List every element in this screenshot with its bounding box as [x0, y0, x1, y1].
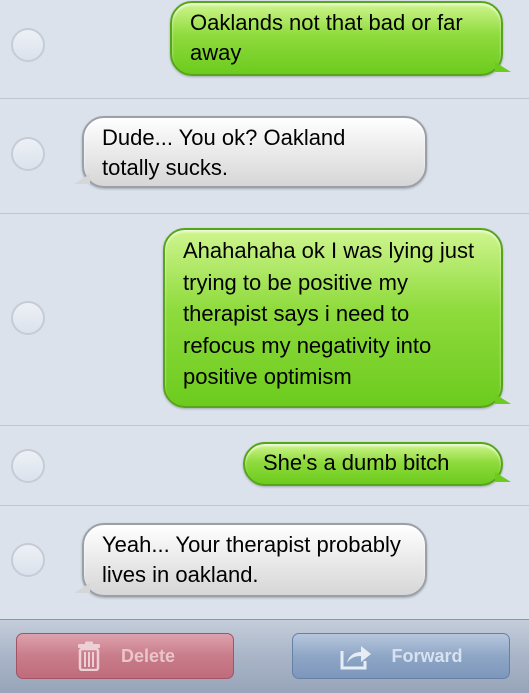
message-row[interactable]: Yeah... Your therapist probably lives in…	[0, 506, 529, 619]
select-radio[interactable]	[11, 137, 45, 171]
select-radio[interactable]	[11, 543, 45, 577]
trash-icon	[75, 641, 103, 672]
message-bubble-sent: Oaklands not that bad or far away	[170, 1, 511, 76]
message-bubble-sent: Ahahahaha ok I was lying just trying to …	[163, 228, 511, 408]
message-text: Dude... You ok? Oakland totally sucks.	[102, 125, 346, 180]
delete-label: Delete	[120, 645, 176, 666]
bubble-tail	[495, 394, 511, 404]
message-row[interactable]: Dude... You ok? Oakland totally sucks.	[0, 99, 529, 214]
bubble-tail	[495, 472, 511, 482]
forward-label: Forward	[391, 645, 463, 666]
forward-button[interactable]: Forward	[292, 633, 510, 679]
message-row[interactable]: She's a dumb bitch	[0, 426, 529, 506]
message-row[interactable]: Ahahahaha ok I was lying just trying to …	[0, 214, 529, 426]
message-row[interactable]: Oaklands not that bad or far away	[0, 0, 529, 99]
edit-toolbar: Delete Forward	[0, 619, 529, 693]
delete-button[interactable]: Delete	[16, 633, 234, 679]
select-radio[interactable]	[11, 28, 45, 62]
message-text: Oaklands not that bad or far away	[190, 10, 463, 65]
bubble-tail	[495, 62, 511, 72]
bubble-tail	[74, 174, 90, 184]
message-text: Yeah... Your therapist probably lives in…	[102, 532, 401, 587]
bubble-tail	[74, 583, 90, 593]
share-arrow-icon	[339, 641, 373, 671]
message-thread: Oaklands not that bad or far away Dude..…	[0, 0, 529, 619]
select-radio[interactable]	[11, 449, 45, 483]
message-text: Ahahahaha ok I was lying just trying to …	[183, 238, 475, 389]
message-text: She's a dumb bitch	[263, 450, 450, 475]
message-bubble-sent: She's a dumb bitch	[243, 442, 511, 486]
message-bubble-received: Yeah... Your therapist probably lives in…	[74, 523, 427, 597]
message-bubble-received: Dude... You ok? Oakland totally sucks.	[74, 116, 427, 188]
select-radio[interactable]	[11, 301, 45, 335]
